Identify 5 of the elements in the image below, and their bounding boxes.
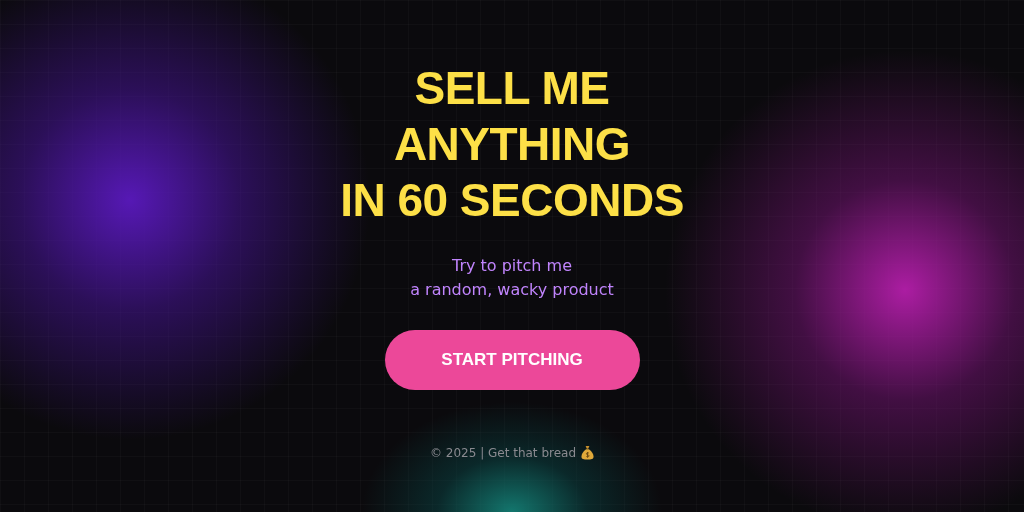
hero-title: SELL ME ANYTHING IN 60 SECONDS [340, 61, 684, 228]
hero-subtitle: Try to pitch me a random, wacky product [410, 255, 614, 301]
money-bag-icon [581, 445, 595, 460]
footer-text: © 2025 | Get that bread [429, 445, 577, 460]
start-pitching-button[interactable]: START PITCHING [384, 330, 640, 390]
